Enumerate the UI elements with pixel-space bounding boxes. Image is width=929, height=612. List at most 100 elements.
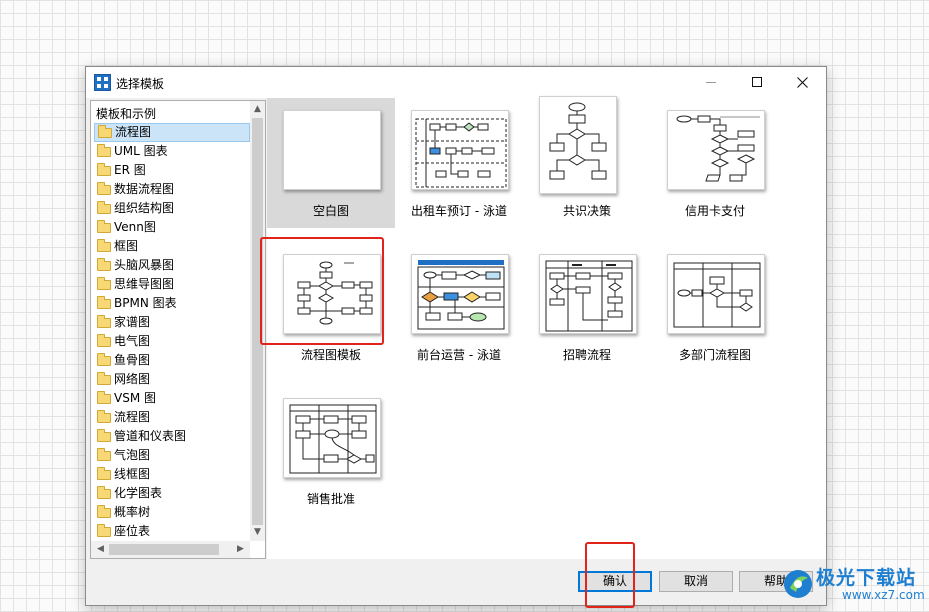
tree-item[interactable]: 电气图 [94,332,250,351]
tree-item[interactable]: 管道和仪表图 [94,427,250,446]
template-recruitment-process[interactable]: 招聘流程 [523,242,651,372]
tree-item-label: 电气图 [114,334,151,348]
tree-item[interactable]: Venn图 [94,218,250,237]
folder-icon [97,505,111,518]
tree-item-label: 流程图 [114,410,151,424]
folder-icon [97,258,111,271]
tree-item-label: 家谱图 [114,315,151,329]
highlight-box-template [260,237,384,345]
select-template-dialog: 选择模板 模板和示例 流程图 UML 图表 ER 图数据流程图 组织结构图 Venn图框… [85,66,827,606]
horizontal-scrollbar[interactable]: ◀ ▶ [91,541,250,558]
tree-item[interactable]: VSM 图 [94,389,250,408]
tree-item[interactable]: 线框图 [94,465,250,484]
tree-item-label: VSM 图 [114,391,156,405]
tree-item-label: 流程图 [115,125,152,139]
tree-item[interactable]: 化学图表 [94,484,250,503]
tree-item[interactable]: 网络图 [94,370,250,389]
minimize-icon [706,82,716,83]
tree-item[interactable]: 数据流程图 [94,180,250,199]
highlight-box-ok-button [585,542,635,608]
tree-item[interactable]: 组织结构图 [94,199,250,218]
tree-item-label: 概率树 [114,505,151,519]
template-label: 出租车预订 - 泳道 [411,204,507,218]
tree-item-label: 框图 [114,239,139,253]
maximize-icon [752,77,762,87]
tree-item[interactable]: BPMN 图表 [94,294,250,313]
tree-item-label: 气泡图 [114,448,151,462]
minimize-button[interactable] [688,67,734,98]
watermark: 极光下载站 www.xz7.com [780,563,928,609]
template-consensus-decision[interactable]: 共识决策 [523,96,651,228]
template-thumbnail [539,96,617,194]
close-button[interactable] [780,67,826,98]
tree-item[interactable]: 家谱图 [94,313,250,332]
tree-item-label: 数据流程图 [114,182,175,196]
tree-item-label: 网络图 [114,372,151,386]
template-thumbnail [411,110,509,190]
template-label: 空白图 [312,204,349,218]
maximize-button[interactable] [734,67,780,98]
category-list: 流程图 UML 图表 ER 图数据流程图组织结构图 Venn图框图头脑风暴图思维导图图… [94,123,250,541]
dialog-title: 选择模板 [116,77,165,91]
folder-icon [97,391,111,404]
folder-icon [97,296,111,309]
tree-item[interactable]: 鱼骨图 [94,351,250,370]
tree-item-label: 化学图表 [114,486,163,500]
template-label: 销售批准 [306,492,355,506]
template-thumbnail [539,254,637,334]
scroll-left-icon[interactable]: ◀ [93,542,108,557]
folder-icon [97,144,111,157]
cancel-button[interactable]: 取消 [659,571,733,592]
folder-icon [97,277,111,290]
tree-item-label: 头脑风暴图 [114,258,175,272]
folder-icon [97,315,111,328]
template-label: 流程图模板 [300,348,361,362]
template-taxi-swimlane[interactable]: 出租车预订 - 泳道 [395,98,523,228]
folder-icon [97,429,111,442]
tree-item[interactable]: 头脑风暴图 [94,256,250,275]
scroll-down-icon[interactable]: ▼ [250,525,265,540]
template-multi-department-flowchart[interactable]: 多部门流程图 [651,242,779,372]
tree-item[interactable]: 概率树 [94,503,250,522]
tree-item-label: 思维导图图 [114,277,175,291]
folder-icon [97,410,111,423]
tree-item[interactable]: 座位表 [94,522,250,541]
template-blank[interactable]: 空白图 [267,98,395,228]
tree-item[interactable]: UML 图表 [94,142,250,161]
template-label: 多部门流程图 [678,348,751,362]
title-bar[interactable]: 选择模板 [86,67,826,98]
tree-item-label: 管道和仪表图 [114,429,187,443]
tree-item[interactable]: 框图 [94,237,250,256]
tree-item-label: ER 图 [114,163,146,177]
template-label: 信用卡支付 [684,204,745,218]
folder-icon [97,486,111,499]
folder-icon [97,334,111,347]
scroll-right-icon[interactable]: ▶ [233,542,248,557]
tree-item[interactable]: 气泡图 [94,446,250,465]
template-thumbnail [283,398,381,478]
template-sales-approval[interactable]: 销售批准 [267,386,395,516]
template-credit-card-payment[interactable]: 信用卡支付 [651,98,779,228]
tree-item[interactable]: 思维导图图 [94,275,250,294]
template-front-desk-swimlane[interactable]: 前台运营 - 泳道 [395,242,523,372]
tree-item[interactable]: ER 图 [94,161,250,180]
template-thumbnail [667,110,765,190]
template-label: 共识决策 [562,204,611,218]
folder-icon [97,239,111,252]
folder-icon [97,467,111,480]
horizontal-scroll-thumb[interactable] [109,544,219,555]
tree-item[interactable]: 流程图 [94,408,250,427]
folder-icon [97,524,111,537]
template-thumbnail [411,254,509,334]
folder-icon [97,448,111,461]
template-category-tree[interactable]: 模板和示例 流程图 UML 图表 ER 图数据流程图 组织结构图 Venn图 框图 头脑风暴… [90,100,266,559]
template-label: 前台运营 - 泳道 [417,348,501,362]
folder-icon [97,220,111,233]
folder-icon [97,182,111,195]
tree-item-label: Venn图 [114,220,156,234]
template-label: 招聘流程 [562,348,611,362]
scroll-up-icon[interactable]: ▲ [250,102,265,117]
folder-icon [98,125,112,138]
watermark-url: www.xz7.com [842,588,925,602]
tree-item[interactable]: 流程图 [94,123,250,142]
